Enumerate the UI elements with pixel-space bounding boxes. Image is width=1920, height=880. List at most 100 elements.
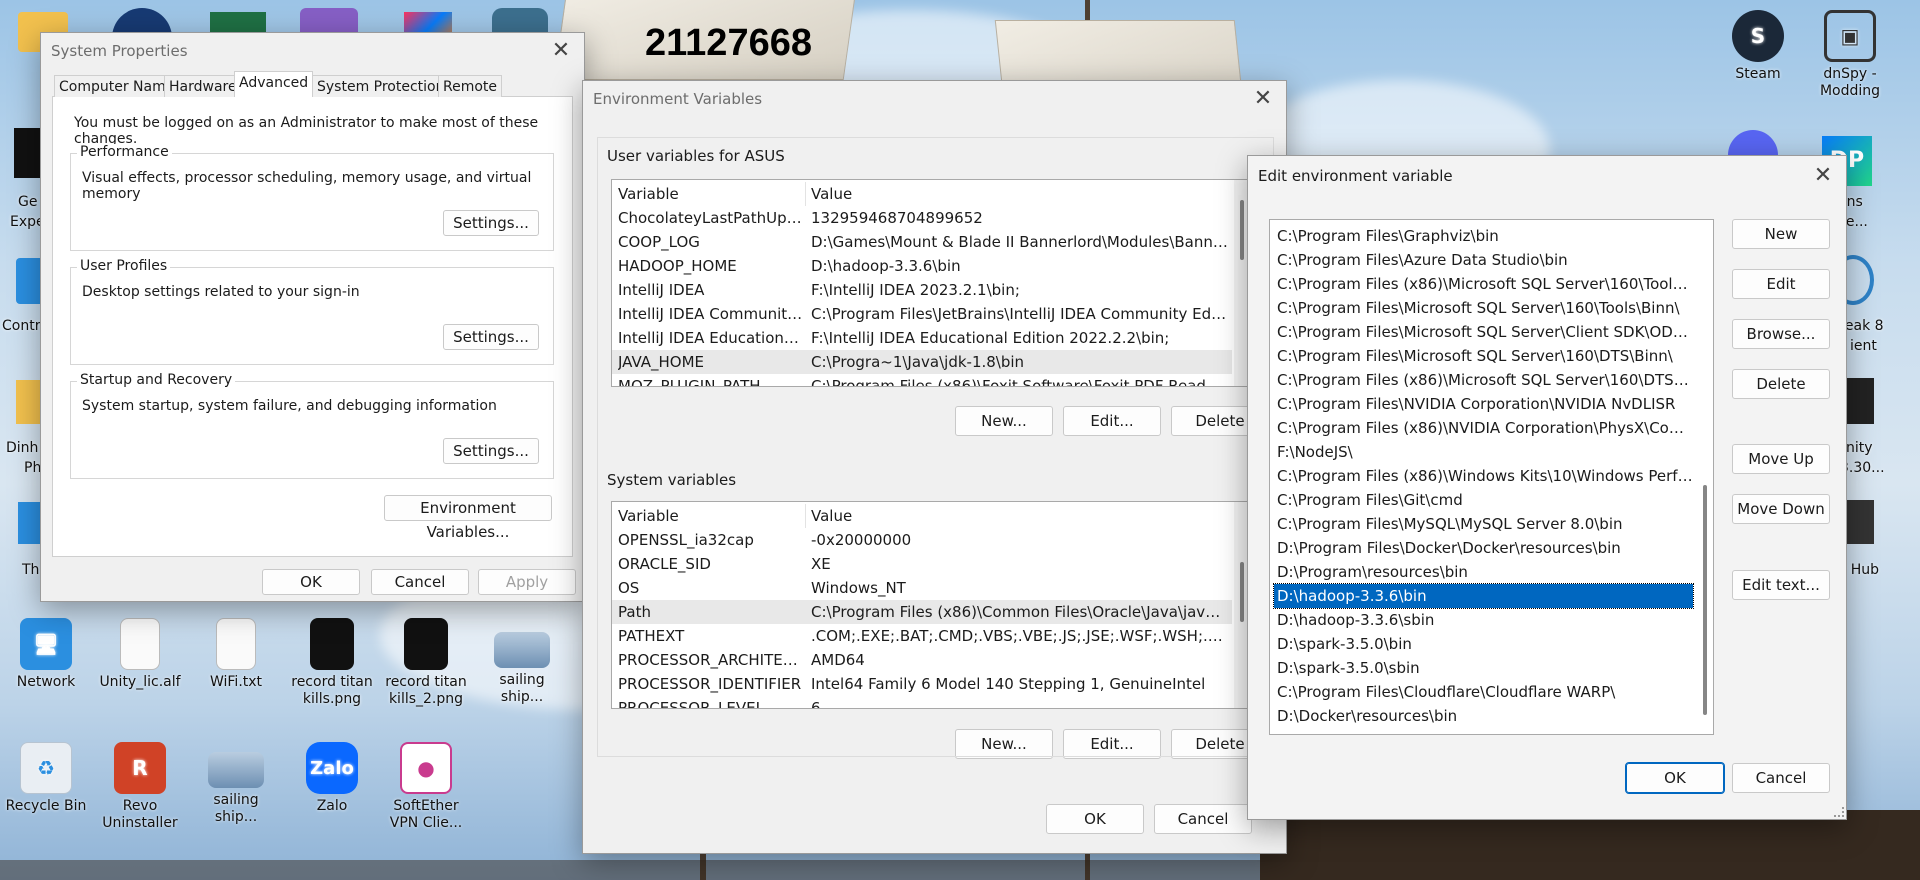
desktop-icon-steam[interactable]: S Steam <box>1716 10 1800 83</box>
scrollbar-thumb[interactable] <box>1703 485 1707 715</box>
cancel-button[interactable]: Cancel <box>1154 804 1252 834</box>
desktop-icon-revo[interactable]: R Revo Uninstaller <box>98 742 182 832</box>
ok-button[interactable]: OK <box>1046 804 1144 834</box>
vertical-scrollbar[interactable] <box>1697 220 1713 734</box>
list-item[interactable]: D:\hadoop-3.3.6\sbin <box>1274 608 1693 632</box>
table-row[interactable]: IntelliJ IDEA Educational E... F:\Intelli… <box>612 326 1232 350</box>
system-edit-button[interactable]: Edit... <box>1063 729 1161 759</box>
new-button[interactable]: New <box>1732 219 1830 249</box>
environment-variables-button[interactable]: Environment Variables... <box>384 495 552 541</box>
column-header-variable[interactable]: Variable <box>618 182 804 206</box>
user-edit-button[interactable]: Edit... <box>1063 406 1161 436</box>
variable-value: D:\Games\Mount & Blade II Bannerlord\Mod… <box>811 233 1228 251</box>
table-row[interactable]: PROCESSOR_ARCHITECTU... AMD64 <box>612 648 1232 672</box>
edit-button[interactable]: Edit <box>1732 269 1830 299</box>
desktop-icon-unity-lic[interactable]: Unity_lic.alf <box>98 618 182 691</box>
desktop-icon-recycle-bin[interactable]: ♻ Recycle Bin <box>4 742 88 815</box>
browse-button[interactable]: Browse... <box>1732 319 1830 349</box>
column-header-value[interactable]: Value <box>811 182 1228 206</box>
table-row[interactable]: PROCESSOR_LEVEL 6 <box>612 696 1232 708</box>
performance-settings-button[interactable]: Settings... <box>443 210 539 236</box>
cancel-button[interactable]: Cancel <box>1732 763 1830 793</box>
desktop-icon-sailing-ship-2[interactable]: sailing ship... <box>194 752 278 826</box>
table-row-selected[interactable]: Path C:\Program Files (x86)\Common Files\… <box>612 600 1232 624</box>
list-item[interactable]: D:\Program Files\Docker\Docker\resources… <box>1274 536 1693 560</box>
ok-button[interactable]: OK <box>1625 762 1725 794</box>
list-item[interactable]: C:\Program Files (x86)\NVIDIA Corporatio… <box>1274 416 1693 440</box>
table-row-selected[interactable]: JAVA_HOME C:\Progra~1\Java\jdk-1.8\bin <box>612 350 1232 374</box>
tab-remote[interactable]: Remote <box>438 75 503 97</box>
tab-advanced[interactable]: Advanced <box>234 71 314 98</box>
close-icon[interactable]: ✕ <box>1250 87 1276 111</box>
scrollbar-thumb[interactable] <box>1240 562 1244 622</box>
desktop-icon-titan-kills-2[interactable]: record titan kills_2.png <box>384 618 468 708</box>
list-item[interactable]: C:\Program Files\Graphviz\bin <box>1274 224 1693 248</box>
tab-system-protection[interactable]: System Protection <box>312 75 450 97</box>
startup-recovery-settings-button[interactable]: Settings... <box>443 438 539 464</box>
table-row[interactable]: COOP_LOG D:\Games\Mount & Blade II Banner… <box>612 230 1232 254</box>
desktop-icon-network[interactable]: 🖥 Network <box>4 618 88 691</box>
list-item[interactable]: C:\Program Files\Microsoft SQL Server\16… <box>1274 344 1693 368</box>
variable-value: AMD64 <box>811 651 865 669</box>
table-row[interactable]: OS Windows_NT <box>612 576 1232 600</box>
column-header-value[interactable]: Value <box>811 504 1228 528</box>
list-item[interactable]: C:\Program Files\Microsoft SQL Server\Cl… <box>1274 320 1693 344</box>
move-up-button[interactable]: Move Up <box>1732 444 1830 474</box>
column-divider[interactable] <box>805 182 806 206</box>
list-item[interactable]: C:\Program Files\Microsoft SQL Server\16… <box>1274 296 1693 320</box>
table-row[interactable]: PATHEXT .COM;.EXE;.BAT;.CMD;.VBS;.VBE;.JS… <box>612 624 1232 648</box>
list-item[interactable]: C:\Program Files (x86)\Windows Kits\10\W… <box>1274 464 1693 488</box>
table-row[interactable]: PROCESSOR_IDENTIFIER Intel64 Family 6 Mod… <box>612 672 1232 696</box>
desktop-icon-titan-kills[interactable]: record titan kills.png <box>290 618 374 708</box>
table-row[interactable]: IntelliJ IDEA F:\IntelliJ IDEA 2023.2.1\b… <box>612 278 1232 302</box>
table-row[interactable]: ChocolateyLastPathUpdate 1329594687048996… <box>612 206 1232 230</box>
desktop-icon-softether[interactable]: ● SoftEther VPN Clie... <box>384 742 468 832</box>
apply-button[interactable]: Apply <box>478 569 576 595</box>
zalo-icon: Zalo <box>306 742 358 794</box>
table-row[interactable]: OPENSSL_ia32cap -0x20000000 <box>612 528 1232 552</box>
desktop-icon-wifi-txt[interactable]: WiFi.txt <box>194 618 278 691</box>
list-item[interactable]: C:\Program Files\NVIDIA Corporation\NVID… <box>1274 392 1693 416</box>
list-item[interactable]: C:\Program Files\Git\cmd <box>1274 488 1693 512</box>
system-variables-list[interactable]: Variable Value OPENSSL_ia32cap -0x2000000… <box>611 501 1251 709</box>
recycle-bin-icon: ♻ <box>20 742 72 794</box>
list-item[interactable]: C:\Program Files (x86)\Microsoft SQL Ser… <box>1274 368 1693 392</box>
table-row[interactable]: HADOOP_HOME D:\hadoop-3.3.6\bin <box>612 254 1232 278</box>
table-row[interactable]: MOZ_PLUGIN_PATH C:\Program Files (x86)\Fo… <box>612 374 1232 386</box>
tab-hardware[interactable]: Hardware <box>164 75 242 97</box>
user-new-button[interactable]: New... <box>955 406 1053 436</box>
column-divider[interactable] <box>805 504 806 528</box>
list-item-selected[interactable]: D:\hadoop-3.3.6\bin <box>1273 583 1694 609</box>
cancel-button[interactable]: Cancel <box>371 569 469 595</box>
column-header-variable[interactable]: Variable <box>618 504 804 528</box>
tab-computer-name[interactable]: Computer Name <box>54 75 180 97</box>
close-icon[interactable]: ✕ <box>1810 164 1836 188</box>
path-entries-list[interactable]: C:\Program Files\Graphviz\bin C:\Program… <box>1269 219 1714 735</box>
move-down-button[interactable]: Move Down <box>1732 494 1830 524</box>
table-row[interactable]: ORACLE_SID XE <box>612 552 1232 576</box>
desktop-icon-zalo[interactable]: Zalo Zalo <box>290 742 374 815</box>
resize-grip-icon[interactable] <box>1834 807 1844 817</box>
advanced-tab-panel: You must be logged on as an Administrato… <box>52 97 573 557</box>
close-icon[interactable]: ✕ <box>548 39 574 63</box>
list-item[interactable]: D:\Program\resources\bin <box>1274 560 1693 584</box>
system-new-button[interactable]: New... <box>955 729 1053 759</box>
user-profiles-settings-button[interactable]: Settings... <box>443 324 539 350</box>
list-item[interactable]: C:\Program Files\Azure Data Studio\bin <box>1274 248 1693 272</box>
list-item[interactable]: F:\NodeJS\ <box>1274 440 1693 464</box>
list-item[interactable]: C:\Program Files\Cloudflare\Cloudflare W… <box>1274 680 1693 704</box>
table-row[interactable]: IntelliJ IDEA Community E... C:\Program F… <box>612 302 1232 326</box>
list-item[interactable]: C:\Program Files\MySQL\MySQL Server 8.0\… <box>1274 512 1693 536</box>
delete-button[interactable]: Delete <box>1732 369 1830 399</box>
list-item[interactable]: C:\Program Files (x86)\Microsoft SQL Ser… <box>1274 272 1693 296</box>
variable-value: -0x20000000 <box>811 531 912 549</box>
edit-text-button[interactable]: Edit text... <box>1732 570 1830 600</box>
ok-button[interactable]: OK <box>262 569 360 595</box>
list-item[interactable]: D:\spark-3.5.0\bin <box>1274 632 1693 656</box>
desktop-icon-dnspy[interactable]: ▣ dnSpy - Modding <box>1808 10 1892 100</box>
user-variables-list[interactable]: Variable Value ChocolateyLastPathUpdate 1… <box>611 179 1251 387</box>
list-item[interactable]: D:\spark-3.5.0\sbin <box>1274 656 1693 680</box>
list-item[interactable]: D:\Docker\resources\bin <box>1274 704 1693 728</box>
desktop-icon-sailing-ship[interactable]: sailing ship... <box>480 632 564 706</box>
scrollbar-thumb[interactable] <box>1240 200 1244 260</box>
